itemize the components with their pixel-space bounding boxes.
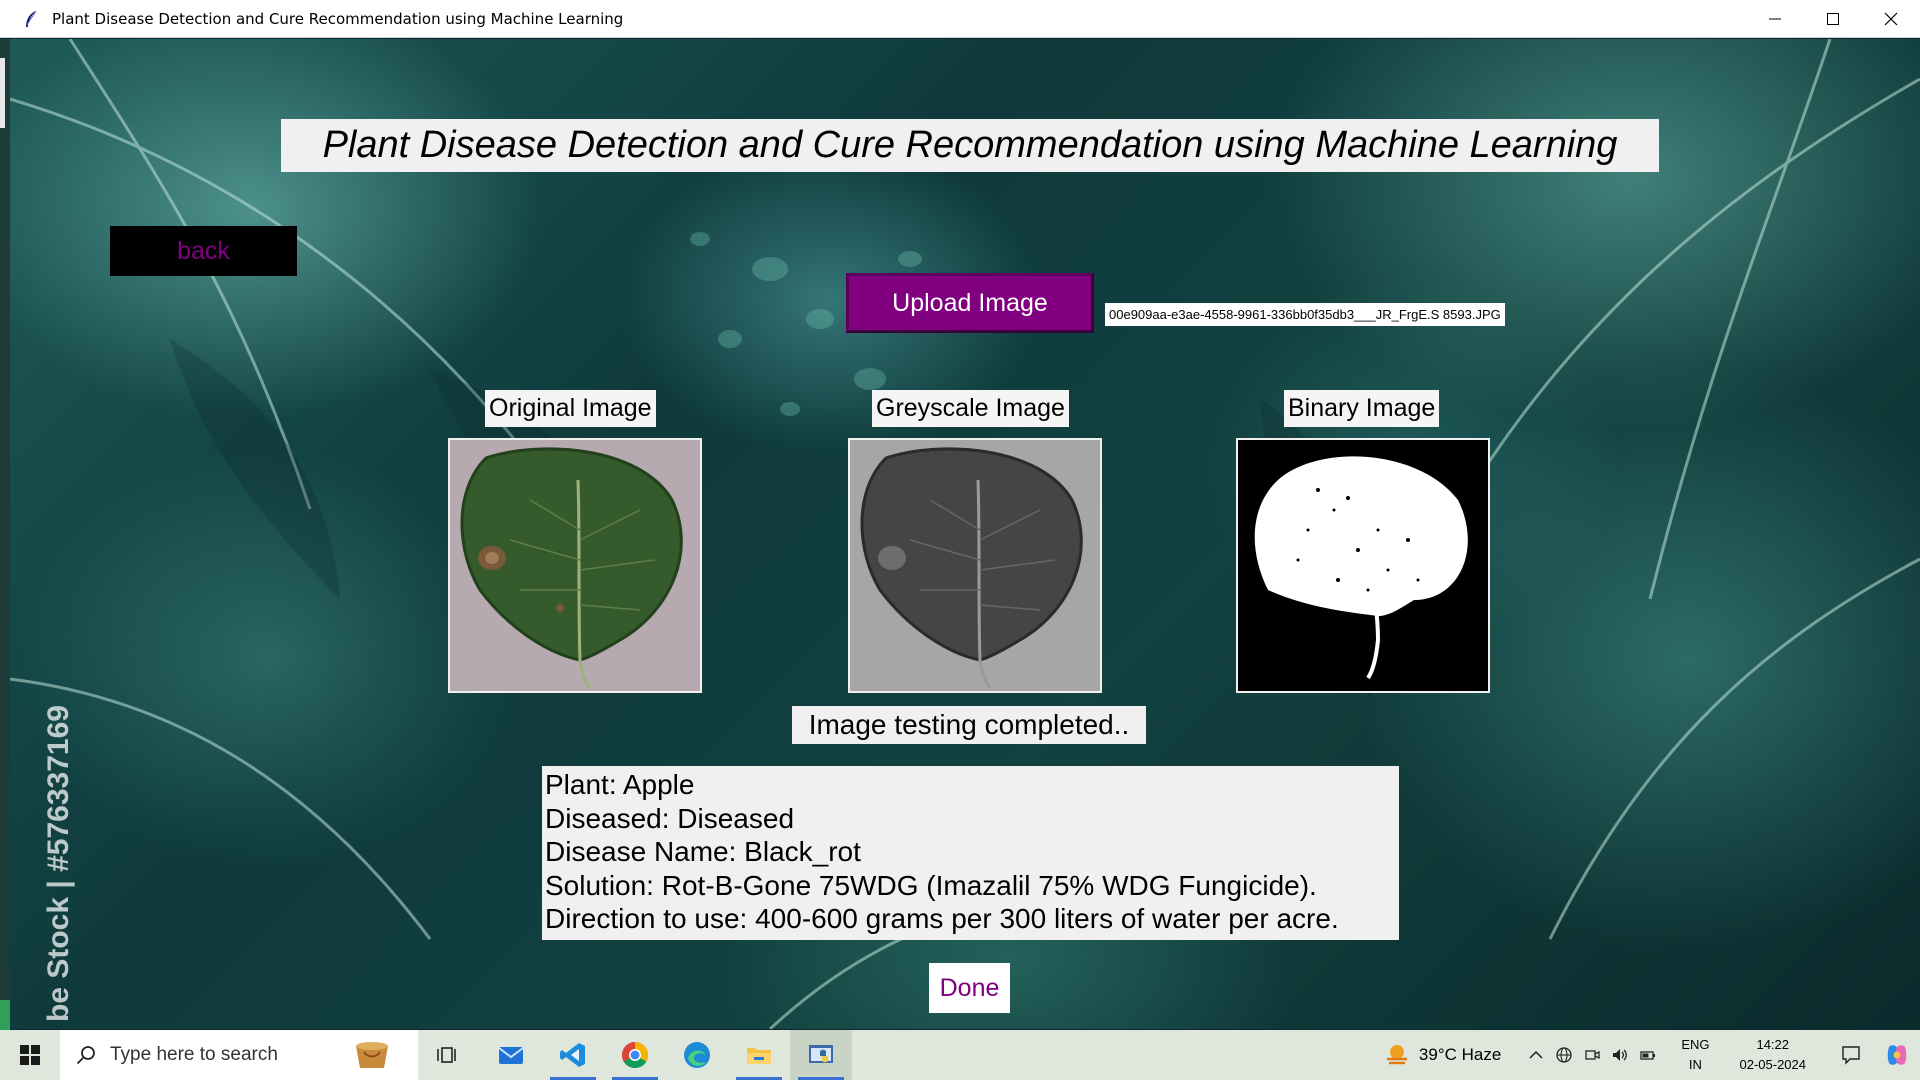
- globe-icon[interactable]: [1555, 1046, 1573, 1064]
- edge-marker: [0, 58, 5, 128]
- weather-text: 39°C Haze: [1418, 1045, 1502, 1064]
- taskbar-search[interactable]: Type here to search: [60, 1030, 418, 1080]
- window-controls: [1746, 0, 1920, 38]
- windows-icon: [20, 1045, 40, 1065]
- result-diseased: Diseased: Diseased: [545, 802, 795, 834]
- search-highlight-icon: [356, 1042, 388, 1068]
- back-button[interactable]: back: [110, 226, 297, 276]
- mail-icon: [498, 1047, 524, 1064]
- status-message: Image testing completed..: [792, 706, 1146, 744]
- edge-icon: [684, 1042, 710, 1068]
- clock-time: 14:22: [1756, 1037, 1790, 1052]
- window-left-edge: [0, 39, 10, 1029]
- vscode-app[interactable]: [542, 1030, 604, 1080]
- done-button[interactable]: Done: [929, 963, 1010, 1013]
- notification-icon[interactable]: [1840, 1044, 1862, 1066]
- folder-icon: [747, 1048, 771, 1064]
- system-tray: 39°C Haze ENG IN 14:22 02-05-2024: [1383, 1030, 1920, 1080]
- binary-image-label: Binary Image: [1284, 390, 1440, 427]
- chrome-icon: [621, 1041, 649, 1069]
- leaf-original-image: [450, 440, 700, 691]
- python-app[interactable]: [790, 1030, 852, 1080]
- minimize-button[interactable]: [1746, 0, 1804, 38]
- greyscale-image: [848, 438, 1102, 693]
- chrome-app[interactable]: [604, 1030, 666, 1080]
- leaf-binary-image: [1238, 440, 1488, 691]
- language-indicator[interactable]: ENG IN: [1681, 1035, 1709, 1075]
- result-direction: Direction to use: 400-600 grams per 300 …: [545, 903, 1339, 934]
- greyscale-image-label: Greyscale Image: [872, 390, 1069, 427]
- search-placeholder: Type here to search: [110, 1044, 278, 1065]
- search-icon: [76, 1046, 95, 1065]
- volume-icon[interactable]: [1611, 1046, 1629, 1064]
- window-title: Plant Disease Detection and Cure Recomme…: [52, 9, 624, 28]
- close-icon: [1884, 12, 1898, 26]
- result-solution: Solution: Rot-B-Gone 75WDG (Imazalil 75%…: [545, 869, 1317, 901]
- upload-image-button[interactable]: Upload Image: [846, 273, 1094, 333]
- chevron-up-icon[interactable]: [1527, 1046, 1545, 1064]
- maximize-button[interactable]: [1804, 0, 1862, 38]
- binary-image: [1236, 438, 1490, 693]
- vscode-icon: [560, 1043, 585, 1067]
- result-panel: Plant: Apple Diseased: Diseased Disease …: [542, 766, 1399, 940]
- tray-icons: [1527, 1046, 1657, 1064]
- minimize-icon: [1769, 18, 1781, 20]
- task-view-icon: [437, 1047, 456, 1063]
- leaf-greyscale-image: [850, 440, 1100, 691]
- file-explorer-app[interactable]: [728, 1030, 790, 1080]
- copilot-icon[interactable]: [1884, 1042, 1910, 1068]
- mail-app[interactable]: [480, 1030, 542, 1080]
- window-titlebar: Plant Disease Detection and Cure Recomme…: [0, 0, 1920, 38]
- close-button[interactable]: [1862, 0, 1920, 38]
- result-plant: Plant: Apple: [545, 769, 695, 800]
- result-disease-name: Disease Name: Black_rot: [545, 836, 861, 867]
- weather-widget[interactable]: 39°C Haze: [1383, 1041, 1501, 1069]
- stock-watermark: be Stock | #576337169: [42, 705, 75, 1022]
- python-window-icon: [809, 1045, 833, 1063]
- taskbar: Type here to search 39°C Haze ENG IN 14:…: [0, 1030, 1920, 1080]
- language-code: ENG: [1681, 1037, 1710, 1052]
- battery-icon[interactable]: [1639, 1046, 1657, 1064]
- maximize-icon: [1827, 13, 1839, 25]
- task-view-button[interactable]: [418, 1030, 480, 1080]
- clock[interactable]: 14:22 02-05-2024: [1740, 1035, 1807, 1075]
- clock-date: 02-05-2024: [1739, 1057, 1807, 1072]
- original-image-label: Original Image: [485, 390, 656, 427]
- app-heading: Plant Disease Detection and Cure Recomme…: [281, 119, 1659, 172]
- haze-weather-icon: [1386, 1045, 1407, 1065]
- region-code: IN: [1688, 1057, 1702, 1072]
- edge-app[interactable]: [666, 1030, 728, 1080]
- edge-marker-green: [0, 1000, 10, 1030]
- original-image: [448, 438, 702, 693]
- feather-app-icon: [26, 10, 37, 27]
- start-button[interactable]: [0, 1030, 60, 1080]
- meet-now-icon[interactable]: [1583, 1046, 1601, 1064]
- selected-file-name: 00e909aa-e3ae-4558-9961-336bb0f35db3___J…: [1105, 303, 1505, 326]
